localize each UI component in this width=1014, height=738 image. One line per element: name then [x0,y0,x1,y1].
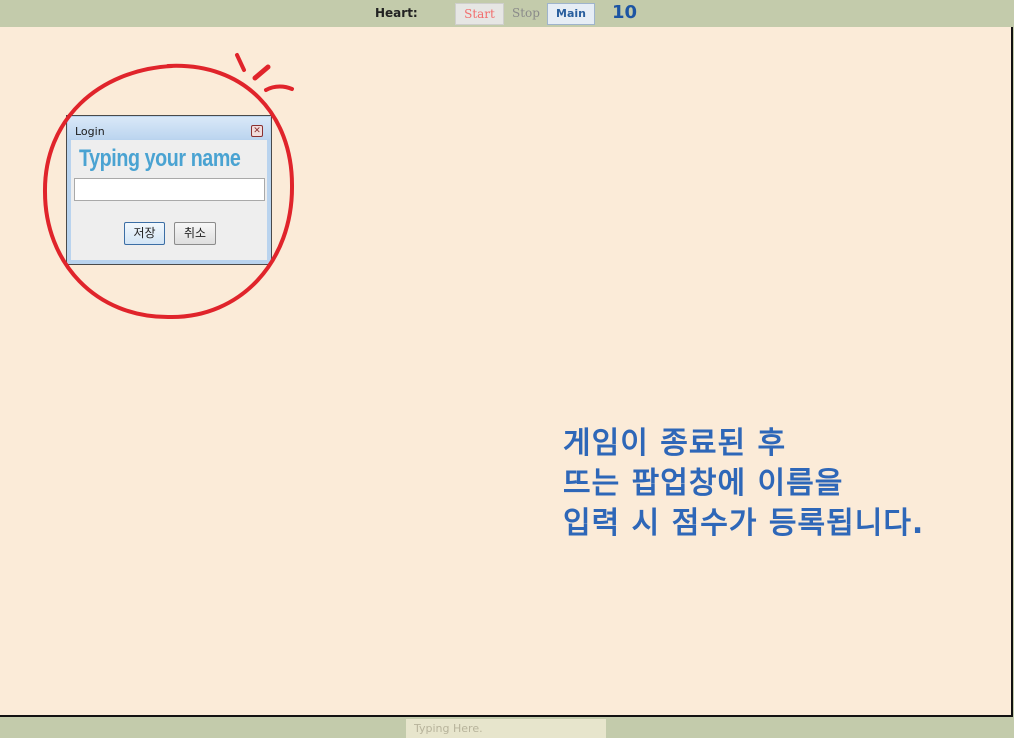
instruction-line-2: 뜨는 팝업창에 이름을 [563,466,844,501]
typing-input[interactable] [406,719,606,738]
score-display: 10 [612,2,638,23]
name-input[interactable] [74,178,265,201]
login-dialog: Login ✕ Typing your name 저장 취소 [66,115,272,265]
main-button[interactable]: Main [547,3,595,25]
instruction-text: 게임이 종료된 후 뜨는 팝업창에 이름을 입력 시 점수가 등록됩니다. [563,424,924,544]
top-bar: Heart: Start Stop Main 10 [0,0,1014,27]
save-button[interactable]: 저장 [124,222,165,245]
close-icon[interactable]: ✕ [251,125,263,137]
dialog-body: Typing your name 저장 취소 [71,140,267,260]
bottom-bar [0,717,1014,738]
cancel-button[interactable]: 취소 [174,222,216,245]
heart-label: Heart: [375,6,418,20]
dialog-heading: Typing your name [79,145,241,172]
instruction-line-3: 입력 시 점수가 등록됩니다. [563,506,925,541]
instruction-line-1: 게임이 종료된 후 [563,426,787,461]
start-button[interactable]: Start [455,3,504,25]
dialog-title: Login [75,125,105,138]
dialog-titlebar: Login ✕ [68,117,270,139]
stop-button[interactable]: Stop [508,3,544,25]
